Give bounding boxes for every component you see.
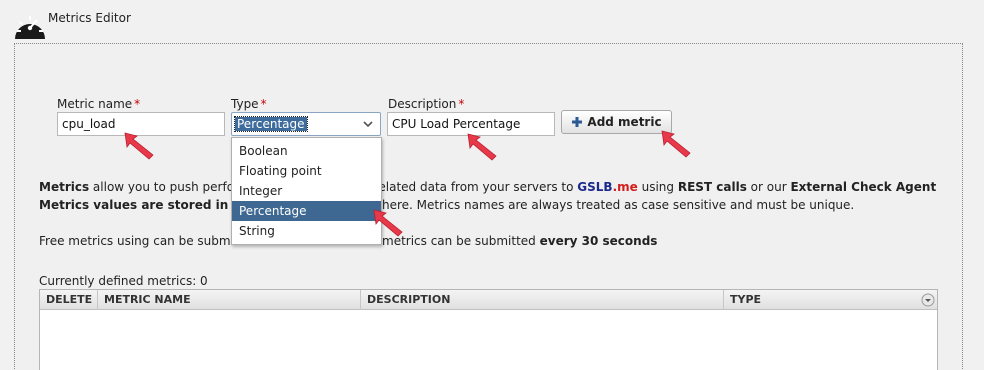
add-metric-button[interactable]: Add metric: [561, 110, 672, 134]
column-menu-icon[interactable]: [921, 293, 935, 307]
gauge-icon: [15, 16, 45, 39]
info-line-3a: Free metrics using can be submitted: [39, 234, 231, 248]
column-delete[interactable]: DELETE: [40, 290, 98, 310]
option-string[interactable]: String: [232, 221, 381, 241]
info-line-3b: metrics can be submitted every 30 second…: [382, 234, 658, 248]
option-boolean[interactable]: Boolean: [232, 141, 381, 161]
annotation-arrow-icon: [124, 132, 154, 160]
info-line-2b: here. Metrics names are always treated a…: [382, 198, 855, 212]
column-metric-name[interactable]: METRIC NAME: [98, 290, 361, 310]
info-line-1a: Metrics allow you to push performa: [39, 180, 249, 194]
annotation-arrow-icon: [373, 209, 403, 237]
type-select-value: Percentage: [234, 116, 308, 132]
plus-icon: [572, 117, 583, 127]
annotation-arrow-icon: [467, 133, 497, 161]
option-floating-point[interactable]: Floating point: [232, 161, 381, 181]
column-description[interactable]: DESCRIPTION: [361, 290, 724, 310]
option-percentage[interactable]: Percentage: [232, 201, 381, 221]
info-line-2a: Metrics values are stored in variab: [39, 198, 232, 212]
type-label: Type *: [231, 97, 267, 111]
type-dropdown-list: Boolean Floating point Integer Percentag…: [231, 137, 382, 245]
annotation-arrow-icon: [661, 130, 691, 158]
description-label: Description *: [388, 97, 465, 111]
type-select[interactable]: Percentage: [231, 112, 381, 136]
chevron-down-icon[interactable]: [361, 117, 375, 131]
column-type[interactable]: TYPE: [724, 290, 937, 310]
option-integer[interactable]: Integer: [232, 181, 381, 201]
metrics-count: Currently defined metrics: 0: [39, 274, 208, 288]
metrics-table: DELETE METRIC NAME DESCRIPTION TYPE: [39, 289, 938, 370]
table-header: DELETE METRIC NAME DESCRIPTION TYPE: [40, 290, 937, 310]
metric-name-label: Metric name *: [57, 97, 141, 111]
info-line-1b: e-related data from your servers to GSLB…: [362, 180, 937, 194]
page-title: Metrics Editor: [48, 11, 131, 25]
add-metric-label: Add metric: [587, 115, 662, 129]
